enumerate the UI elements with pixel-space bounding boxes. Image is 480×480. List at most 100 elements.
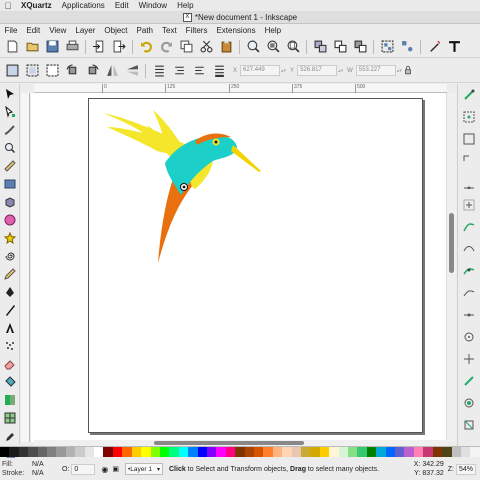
open-icon[interactable] (23, 39, 41, 55)
snap-grid-icon[interactable] (458, 392, 479, 414)
dropper-tool-icon[interactable] (1, 427, 19, 444)
w-spinner-icon[interactable]: ▴▾ (397, 68, 402, 74)
opacity-input[interactable]: 0 (71, 463, 96, 475)
palette-swatch[interactable] (395, 447, 405, 457)
node-tool-icon[interactable] (1, 103, 19, 120)
menu-filters[interactable]: Filters (181, 26, 212, 35)
lock-ratio-icon[interactable] (403, 63, 413, 79)
palette-swatch[interactable] (28, 447, 38, 457)
clone-icon[interactable] (331, 39, 349, 55)
rotate-cw-icon[interactable] (83, 63, 101, 79)
pen-tool-icon[interactable] (1, 283, 19, 300)
snap-guide-icon[interactable] (458, 414, 479, 436)
palette-swatch[interactable] (451, 447, 461, 457)
palette-swatch[interactable] (319, 447, 330, 457)
y-spinner-icon[interactable]: ▴▾ (338, 68, 343, 74)
palette-swatch[interactable] (225, 447, 236, 457)
palette-swatch[interactable] (84, 447, 95, 457)
raise-icon[interactable] (170, 63, 188, 79)
palette-swatch[interactable] (122, 447, 132, 457)
paste-icon[interactable] (217, 39, 235, 55)
apple-icon[interactable]:  (0, 1, 16, 11)
palette-swatch[interactable] (376, 447, 386, 457)
palette-swatch[interactable] (169, 447, 179, 457)
mac-menu-window[interactable]: Window (134, 1, 172, 10)
box3d-tool-icon[interactable] (1, 193, 19, 210)
vertical-scrollbar[interactable] (446, 93, 456, 442)
star-tool-icon[interactable] (1, 229, 19, 246)
palette-swatch[interactable] (348, 447, 358, 457)
lower-icon[interactable] (190, 63, 208, 79)
tweak-tool-icon[interactable] (1, 121, 19, 138)
mac-menu-applications[interactable]: Applications (57, 1, 110, 10)
mac-menu-edit[interactable]: Edit (110, 1, 134, 10)
undo-icon[interactable] (137, 39, 155, 55)
palette-swatch[interactable] (18, 447, 29, 457)
palette-swatch[interactable] (338, 447, 349, 457)
palette-swatch[interactable] (141, 447, 151, 457)
snap-midpoint-icon[interactable] (458, 304, 479, 326)
palette-swatch[interactable] (432, 447, 443, 457)
palette-swatch[interactable] (178, 447, 189, 457)
palette-swatch[interactable] (470, 447, 480, 457)
palette-swatch[interactable] (37, 447, 48, 457)
copy-icon[interactable] (177, 39, 195, 55)
palette-swatch[interactable] (188, 447, 198, 457)
palette-swatch[interactable] (103, 447, 113, 457)
palette-swatch[interactable] (47, 447, 57, 457)
text-tool-top-icon[interactable] (445, 39, 463, 55)
snap-smooth-icon[interactable] (458, 282, 479, 304)
select-all-layers-icon[interactable] (23, 63, 41, 79)
flip-horizontal-icon[interactable] (103, 63, 121, 79)
mac-menu-help[interactable]: Help (172, 1, 198, 10)
ellipse-tool-icon[interactable] (1, 211, 19, 228)
menu-object[interactable]: Object (100, 26, 132, 35)
palette-swatch[interactable] (291, 447, 301, 457)
gradient-tool-icon[interactable] (1, 391, 19, 408)
palette-swatch[interactable] (131, 447, 142, 457)
palette-swatch[interactable] (442, 447, 452, 457)
palette-swatch[interactable] (75, 447, 85, 457)
palette-swatch[interactable] (282, 447, 292, 457)
menu-edit[interactable]: Edit (22, 26, 45, 35)
measure-tool-icon[interactable] (1, 157, 19, 174)
palette-swatch[interactable] (366, 447, 377, 457)
snap-page-icon[interactable] (458, 370, 479, 392)
snap-intersection-icon[interactable] (458, 260, 479, 282)
snap-rotation-center-icon[interactable] (458, 348, 479, 370)
cut-icon[interactable] (197, 39, 215, 55)
rectangle-tool-icon[interactable] (1, 175, 19, 192)
palette-swatch[interactable] (206, 447, 217, 457)
palette-swatch[interactable] (460, 447, 471, 457)
menu-view[interactable]: View (45, 26, 71, 35)
bucket-tool-icon[interactable] (1, 373, 19, 390)
spiral-tool-icon[interactable] (1, 247, 19, 264)
fill-stroke-icon[interactable] (425, 39, 443, 55)
snap-bbox-icon[interactable] (458, 106, 479, 128)
eraser-tool-icon[interactable] (1, 355, 19, 372)
zoom-tool-icon[interactable] (1, 139, 19, 156)
ungroup-icon[interactable] (398, 39, 416, 55)
menu-path[interactable]: Path (132, 26, 157, 35)
vertical-scroll-thumb[interactable] (449, 213, 454, 273)
palette-swatch[interactable] (197, 447, 207, 457)
w-input[interactable]: 553.227 (355, 65, 396, 76)
select-all-icon[interactable] (3, 63, 21, 79)
zoom-input[interactable]: 54% (456, 463, 476, 475)
group-icon[interactable] (378, 39, 396, 55)
snap-path-icon[interactable] (458, 238, 479, 260)
snap-nodes-icon[interactable] (458, 216, 479, 238)
palette-swatch[interactable] (65, 447, 76, 457)
raise-to-top-icon[interactable] (150, 63, 168, 79)
layer-dropdown[interactable]: •Layer 1 ▾ (125, 463, 163, 475)
menu-file[interactable]: File (0, 26, 22, 35)
text-tool-icon[interactable] (1, 319, 19, 336)
fill-stroke-indicator[interactable]: Fill: N/A Stroke: N/A (0, 460, 60, 478)
lower-to-bottom-icon[interactable] (210, 63, 228, 79)
palette-swatch[interactable] (263, 447, 273, 457)
hummingbird-drawing[interactable] (95, 105, 265, 270)
mac-app-name[interactable]: XQuartz (16, 1, 57, 10)
snap-bbox-center-icon[interactable] (458, 194, 479, 216)
export-icon[interactable] (110, 39, 128, 55)
color-palette[interactable] (0, 446, 480, 457)
